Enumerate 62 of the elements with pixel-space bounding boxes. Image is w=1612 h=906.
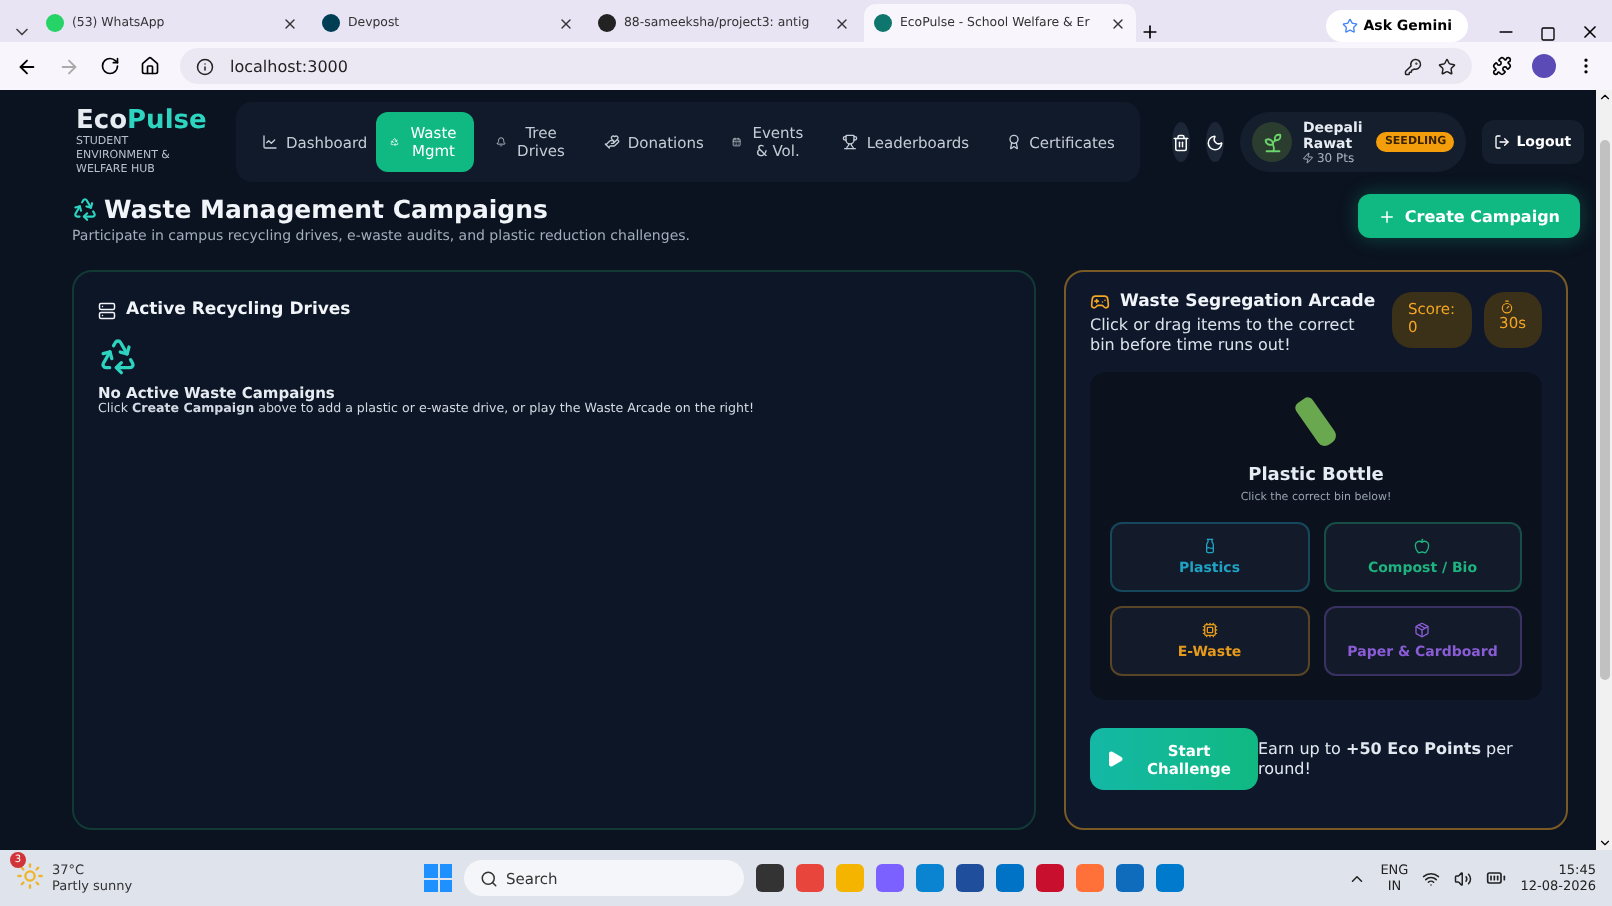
- dark-mode-button[interactable]: [1206, 122, 1225, 162]
- home-icon[interactable]: [140, 56, 160, 76]
- battery-icon[interactable]: [1486, 868, 1507, 888]
- server-icon: [98, 301, 116, 319]
- timer-icon: [1499, 300, 1514, 314]
- recycle-icon: [98, 336, 138, 376]
- gamepad-icon: [1090, 292, 1110, 312]
- play-icon: [1106, 750, 1124, 768]
- app-icon[interactable]: [1116, 864, 1144, 892]
- reload-icon[interactable]: [100, 56, 120, 76]
- nav-icon: [390, 134, 400, 150]
- recycle-icon: [72, 196, 98, 222]
- scroll-up-icon[interactable]: [1597, 90, 1611, 104]
- site-icon: [874, 14, 892, 32]
- bin-icon: [1201, 622, 1218, 638]
- card-title: Waste Segregation Arcade: [1120, 292, 1376, 312]
- nav-icon: [603, 134, 620, 150]
- logout-icon: [1494, 134, 1511, 150]
- back-icon[interactable]: [16, 55, 38, 77]
- nav-icon: [262, 134, 278, 150]
- profile-avatar[interactable]: [1532, 54, 1556, 78]
- close-icon[interactable]: [558, 15, 574, 31]
- bin-icon: [1201, 538, 1218, 554]
- new-tab-icon[interactable]: [1140, 22, 1160, 42]
- app-icon[interactable]: [1036, 864, 1064, 892]
- item-name: Plastic Bottle: [1248, 466, 1384, 486]
- close-icon[interactable]: [282, 15, 298, 31]
- key-icon[interactable]: [1404, 57, 1422, 75]
- site-icon: [322, 14, 340, 32]
- close-icon[interactable]: [1110, 15, 1126, 31]
- trash-button[interactable]: [1172, 122, 1191, 162]
- volume-icon[interactable]: [1454, 869, 1473, 887]
- card-title: Active Recycling Drives: [126, 300, 351, 320]
- close-icon[interactable]: [1580, 22, 1600, 42]
- brand-name: EcoPulse: [76, 107, 204, 135]
- address-bar[interactable]: localhost:3000: [180, 48, 1472, 84]
- app-icon[interactable]: [956, 864, 984, 892]
- reward-text: Earn up to +50 Eco Points per round!: [1258, 739, 1515, 779]
- site-icon: [598, 14, 616, 32]
- search-icon: [480, 869, 498, 887]
- site-icon: [46, 14, 64, 32]
- bin-icon: [1414, 622, 1431, 638]
- info-icon: [196, 57, 214, 75]
- page-title: Waste Management Campaigns: [104, 194, 548, 224]
- scrollbar[interactable]: [1596, 90, 1612, 850]
- maximize-icon[interactable]: [1540, 26, 1556, 42]
- close-icon[interactable]: [834, 15, 850, 31]
- extensions-icon[interactable]: [1492, 56, 1512, 76]
- wifi-icon[interactable]: [1422, 869, 1441, 887]
- bin-icon: [1414, 538, 1431, 554]
- arcade-description: Click or drag items to the correct bin before time runs out!: [1090, 316, 1357, 356]
- start-icon[interactable]: [424, 864, 452, 892]
- nav-icon: [1005, 134, 1022, 150]
- lightning-icon: [1302, 152, 1315, 164]
- nav-icon: [496, 134, 507, 150]
- app-icon[interactable]: [756, 864, 784, 892]
- plus-icon: [1378, 207, 1397, 225]
- bookmark-icon[interactable]: [1438, 57, 1456, 75]
- scroll-down-icon[interactable]: [1597, 836, 1611, 850]
- sprout-icon: [1252, 122, 1293, 162]
- nav-icon: [842, 134, 859, 150]
- nav-icon: [731, 134, 742, 150]
